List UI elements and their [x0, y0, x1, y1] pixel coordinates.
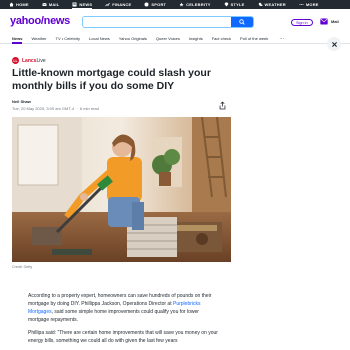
search-input[interactable]	[83, 17, 231, 27]
article-paragraph-2: Phillipa said: "There are certain home i…	[28, 330, 218, 344]
topnav-mail-label: MAIL	[48, 2, 60, 7]
topnav-style-label: STYLE	[230, 2, 245, 7]
share-icon[interactable]	[219, 101, 226, 110]
article-hero-image	[12, 117, 231, 262]
sport-icon	[144, 2, 149, 7]
hero-photo-woman-diy	[12, 117, 231, 262]
topnav-more[interactable]: MORE	[299, 2, 319, 7]
topnav-mail[interactable]: MAIL	[42, 2, 60, 7]
search-icon	[239, 19, 245, 25]
article-body: According to a property expert, homeowne…	[28, 292, 218, 350]
top-navigation-bar: HOME MAIL NEWS FINANCE SPORT CELEBRITY S…	[0, 0, 350, 9]
article-paragraph-1: According to a property expert, homeowne…	[28, 292, 218, 324]
subnav-weather[interactable]: Weather	[31, 33, 46, 44]
article-source[interactable]: LL LancsLive	[12, 56, 232, 65]
topnav-celebrity[interactable]: CELEBRITY	[179, 2, 210, 7]
topnav-home-label: HOME	[16, 2, 29, 7]
article-date: Tue, 20 May 2025, 3:09 am GMT-4	[12, 106, 75, 111]
search-bar	[82, 16, 254, 28]
topnav-celebrity-label: CELEBRITY	[186, 2, 211, 7]
subnav-yahoo-originals[interactable]: Yahoo Originals	[119, 33, 147, 44]
subnav-more[interactable]: …	[279, 35, 284, 41]
photo-credit: Credit: Getty	[12, 265, 33, 269]
topnav-home[interactable]: HOME	[9, 2, 29, 7]
site-header: yahoo/news Sign in Mail	[0, 9, 350, 33]
topnav-news[interactable]: NEWS	[72, 2, 93, 9]
mail-label: Mail	[331, 19, 339, 24]
article-title: Little-known mortgage could slash your m…	[12, 67, 211, 92]
subnav-fact-check[interactable]: Fact check	[212, 33, 231, 44]
mail-icon	[320, 18, 328, 25]
topnav-finance[interactable]: FINANCE	[105, 2, 131, 7]
topnav-style[interactable]: STYLE	[224, 2, 245, 7]
more-icon	[299, 4, 304, 5]
subnav-local-news[interactable]: Local News	[89, 33, 110, 44]
weather-icon	[258, 2, 263, 6]
source-logo-text: LL	[13, 58, 18, 63]
topnav-news-label: NEWS	[79, 2, 93, 7]
search-button[interactable]	[231, 17, 253, 27]
yahoo-news-logo[interactable]: yahoo/news	[10, 15, 80, 27]
topnav-finance-label: FINANCE	[112, 2, 132, 7]
news-icon	[72, 2, 77, 7]
source-name-bold: Lancs	[22, 57, 37, 64]
subnav-queer-voices[interactable]: Queer Voices	[156, 33, 180, 44]
article-date-line: Tue, 20 May 2025, 3:09 am GMT-4 · 6 min …	[12, 106, 99, 111]
article-read-time: 6 min read	[79, 106, 99, 111]
section-navigation: News Weather TV • Celebrity Local News Y…	[0, 33, 350, 44]
article-author[interactable]: Neil Shaw	[12, 99, 232, 104]
source-name: LancsLive	[22, 58, 46, 64]
source-logo-icon: LL	[12, 57, 19, 64]
mail-link[interactable]: Mail	[320, 18, 339, 25]
article-meta: Neil Shaw Tue, 20 May 2025, 3:09 am GMT-…	[12, 99, 232, 113]
subnav-insights[interactable]: Insights	[189, 33, 203, 44]
subnav-news[interactable]: News	[12, 33, 23, 44]
home-icon	[9, 2, 14, 7]
topnav-weather-label: WEATHER	[264, 2, 286, 7]
style-icon	[224, 2, 229, 7]
article-header: LL LancsLive Little-known mortgage could…	[12, 56, 232, 113]
topnav-sport[interactable]: SPORT	[144, 2, 166, 7]
paragraph-1-text-b: , said some simple home improvements cou…	[28, 309, 199, 323]
source-name-rest: Live	[36, 57, 46, 64]
close-icon	[331, 41, 337, 47]
subnav-tv-celebrity[interactable]: TV • Celebrity	[56, 33, 81, 44]
topnav-sport-label: SPORT	[151, 2, 167, 7]
subnav-poll-of-the-week[interactable]: Poll of the week	[240, 33, 268, 44]
topnav-weather[interactable]: WEATHER	[258, 2, 286, 7]
close-button[interactable]	[327, 37, 341, 51]
topnav-more-label: MORE	[305, 2, 319, 7]
mail-icon	[42, 2, 47, 6]
finance-icon	[105, 2, 111, 7]
sign-in-button[interactable]: Sign in	[291, 19, 313, 26]
celebrity-icon	[179, 2, 184, 7]
